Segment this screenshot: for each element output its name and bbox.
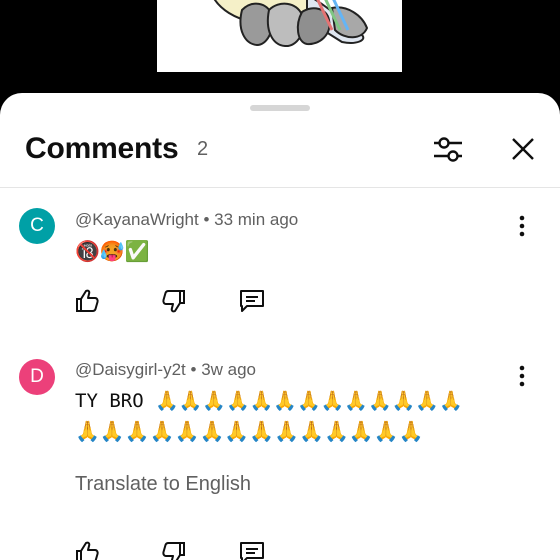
- video-frame: [157, 0, 402, 72]
- comment-author[interactable]: @KayanaWright: [75, 210, 199, 229]
- comments-title: Comments: [25, 132, 179, 165]
- video-player[interactable]: [0, 0, 560, 100]
- close-icon: [512, 138, 534, 160]
- reply-button[interactable]: [238, 539, 266, 560]
- comment-time: 33 min ago: [214, 210, 299, 229]
- comments-header: Comments 2: [0, 93, 560, 188]
- comment-menu-button[interactable]: [509, 211, 535, 241]
- sliders-icon: [434, 137, 462, 162]
- reply-icon: [240, 542, 264, 560]
- avatar[interactable]: C: [19, 208, 55, 244]
- video-drawing: [214, 0, 369, 47]
- thumb-down-icon: [162, 290, 185, 313]
- thumb-up-icon: [76, 289, 99, 312]
- comments-count: 2: [197, 138, 209, 160]
- meta-separator: •: [198, 210, 215, 229]
- comments-panel: Comments 2 C @KayanaWright • 33 min ago …: [0, 93, 560, 560]
- like-button[interactable]: [73, 539, 101, 560]
- meta-separator: •: [185, 360, 202, 379]
- more-vertical-icon: [519, 365, 525, 387]
- sort-filter-button[interactable]: [430, 131, 466, 167]
- dislike-button[interactable]: [160, 287, 188, 315]
- avatar[interactable]: D: [19, 359, 55, 395]
- comment-time: 3w ago: [201, 360, 257, 379]
- reply-icon: [240, 290, 264, 312]
- more-vertical-icon: [519, 215, 525, 237]
- comment-text: 🔞🥵✅: [75, 239, 150, 263]
- comment-meta: @Daisygirl-y2t • 3w ago: [75, 360, 256, 380]
- dislike-button[interactable]: [160, 539, 188, 560]
- comment-author[interactable]: @Daisygirl-y2t: [75, 360, 186, 379]
- thumb-up-icon: [76, 541, 99, 560]
- comment-meta: @KayanaWright • 33 min ago: [75, 210, 298, 230]
- comment-text-line: TY BRO 🙏🙏🙏🙏🙏🙏🙏🙏🙏🙏🙏🙏🙏: [75, 390, 463, 412]
- translate-button[interactable]: Translate to English: [75, 473, 251, 496]
- like-button[interactable]: [73, 287, 101, 315]
- comment-text-line: 🙏🙏🙏🙏🙏🙏🙏🙏🙏🙏🙏🙏🙏🙏: [75, 421, 424, 443]
- thumb-down-icon: [162, 542, 185, 560]
- close-button[interactable]: [505, 131, 541, 167]
- reply-button[interactable]: [238, 287, 266, 315]
